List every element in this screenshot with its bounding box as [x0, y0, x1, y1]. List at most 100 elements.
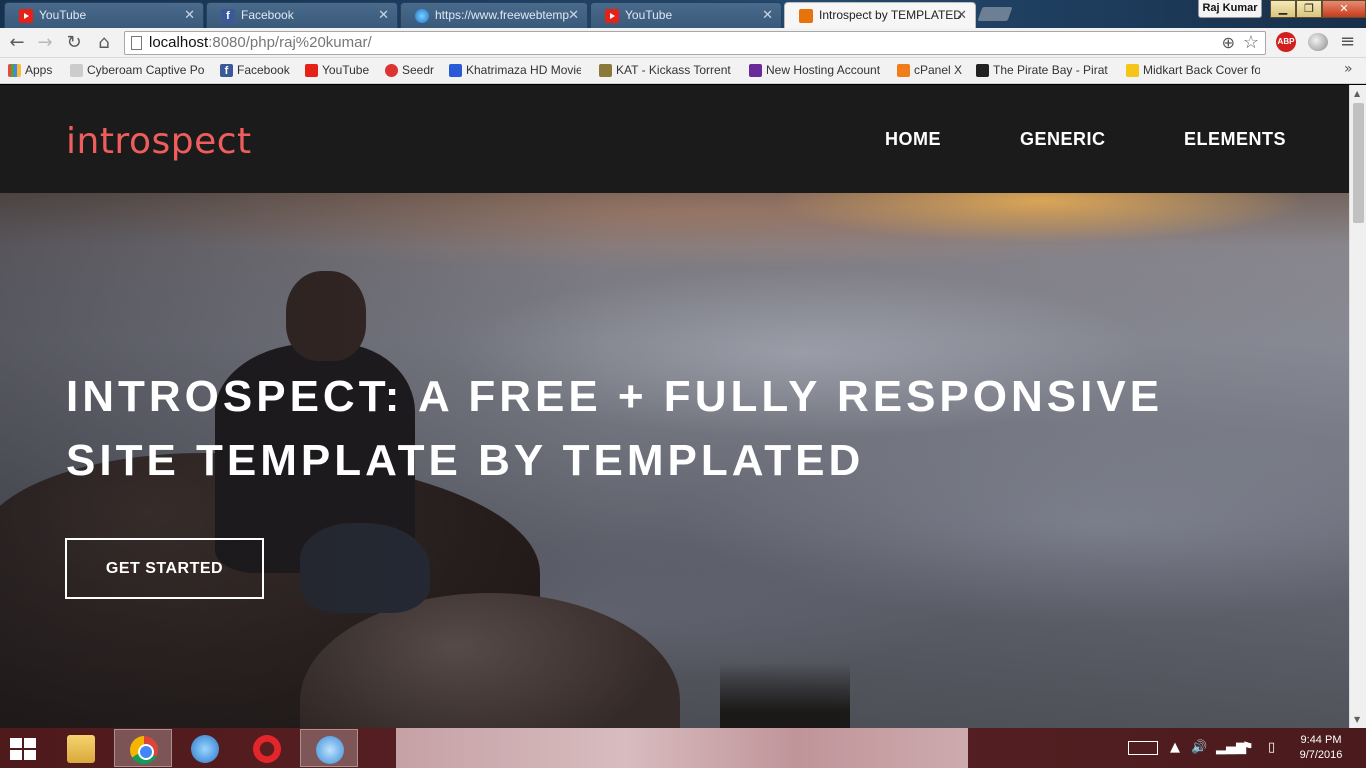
windows-start-icon[interactable]: [10, 738, 38, 760]
bookmark-label: YouTube: [322, 63, 370, 77]
hero-title-strong: INTROSPECT:: [66, 372, 404, 421]
taskbar-wifi-app[interactable]: [300, 729, 358, 767]
address-bar[interactable]: localhost:8080/php/raj%20kumar/ ⊕ ☆: [124, 31, 1266, 55]
taskbar-chrome[interactable]: [114, 729, 172, 767]
more-bookmarks-icon[interactable]: »: [1344, 61, 1353, 77]
close-icon[interactable]: ✕: [568, 7, 579, 23]
facebook-icon: f: [221, 9, 235, 23]
tab-label: YouTube: [39, 8, 87, 22]
hosting-icon: [749, 64, 762, 77]
get-started-button[interactable]: GET STARTED: [65, 538, 264, 599]
tab-facebook[interactable]: f Facebook ✕: [206, 2, 398, 28]
scroll-thumb[interactable]: [1353, 103, 1364, 223]
battery-icon[interactable]: ▯: [1268, 740, 1275, 755]
home-button[interactable]: ⌂: [93, 32, 115, 54]
bookmark-apps[interactable]: Apps: [8, 63, 52, 77]
scroll-down-icon[interactable]: ▼: [1354, 715, 1360, 724]
site-header: introspect HOME GENERIC ELEMENTS: [0, 85, 1349, 193]
bookmark-piratebay[interactable]: The Pirate Bay - Pirat: [976, 63, 1110, 77]
minimize-button[interactable]: ▁: [1270, 0, 1296, 18]
youtube-icon: [305, 64, 318, 77]
wifi-app-icon: [316, 736, 344, 764]
taskbar-preview: [396, 728, 968, 768]
close-window-button[interactable]: ✕: [1322, 0, 1366, 18]
tab-label: YouTube: [625, 8, 673, 22]
bookmark-khatrimaza[interactable]: Khatrimaza HD Movie: [449, 63, 581, 77]
bookmark-youtube[interactable]: YouTube: [305, 63, 369, 77]
browser-toolbar: ← → ↻ ⌂ localhost:8080/php/raj%20kumar/ …: [0, 28, 1366, 58]
taskbar-ie[interactable]: [176, 729, 234, 767]
taskbar-file-explorer[interactable]: [52, 729, 110, 767]
nav-generic[interactable]: GENERIC: [1020, 129, 1106, 150]
windows-taskbar: ▲ 🔊 ▂▄▆ ⚑ ▯ 9:44 PM 9/7/2016: [0, 728, 1366, 768]
zoom-icon[interactable]: ⊕: [1222, 33, 1235, 53]
clock-date: 9/7/2016: [1299, 749, 1343, 761]
chrome-icon: [130, 736, 158, 764]
tab-youtube-1[interactable]: YouTube ✕: [4, 2, 204, 28]
tab-youtube-2[interactable]: YouTube ✕: [590, 2, 782, 28]
facebook-icon: f: [220, 64, 233, 77]
menu-icon[interactable]: ≡: [1340, 33, 1355, 51]
bookmark-label: Cyberoam Captive Po: [87, 63, 205, 77]
scroll-up-icon[interactable]: ▲: [1354, 89, 1360, 98]
page-viewport: introspect HOME GENERIC ELEMENTS INTROSP…: [0, 85, 1349, 728]
opera-icon: [253, 735, 281, 763]
w-icon: [449, 64, 462, 77]
clock-time: 9:44 PM: [1300, 734, 1342, 746]
nav-elements[interactable]: ELEMENTS: [1184, 129, 1286, 150]
url-path: :8080/php/raj%20kumar/: [208, 34, 372, 51]
action-center-flag-icon[interactable]: ⚑: [1242, 740, 1254, 755]
site-logo[interactable]: introspect: [66, 121, 252, 162]
nav-home[interactable]: HOME: [885, 129, 941, 150]
ie-icon: [415, 9, 429, 23]
page-scrollbar[interactable]: ▲ ▼: [1349, 85, 1366, 728]
flipkart-icon: [1126, 64, 1139, 77]
close-icon[interactable]: ✕: [956, 7, 967, 23]
tab-label: Facebook: [241, 8, 294, 22]
forward-button[interactable]: →: [34, 32, 56, 54]
folder-icon: [67, 735, 95, 763]
close-icon[interactable]: ✕: [184, 7, 195, 23]
tab-label: Introspect by TEMPLATED: [819, 8, 962, 22]
bookmark-facebook[interactable]: f Facebook: [220, 63, 290, 77]
bookmark-midkart[interactable]: Midkart Back Cover fo: [1126, 63, 1260, 77]
kat-icon: [599, 64, 612, 77]
new-tab-button[interactable]: [977, 7, 1013, 21]
templated-icon: [799, 9, 813, 23]
keyboard-icon[interactable]: [1128, 741, 1158, 755]
bookmark-seedr[interactable]: Seedr: [385, 63, 434, 77]
bookmark-kat[interactable]: KAT - Kickass Torrent: [599, 63, 733, 77]
hero-title: INTROSPECT: A FREE + FULLY RESPONSIVE SI…: [66, 365, 1216, 493]
tab-introspect[interactable]: Introspect by TEMPLATED ✕: [784, 2, 976, 28]
seedr-icon: [385, 64, 398, 77]
bookmark-label: cPanel X: [914, 63, 963, 77]
close-icon[interactable]: ✕: [762, 7, 773, 23]
piratebay-icon: [976, 64, 989, 77]
bookmark-label: New Hosting Account: [766, 63, 881, 77]
volume-icon[interactable]: 🔊: [1191, 740, 1207, 755]
bookmark-cyberoam[interactable]: Cyberoam Captive Po: [70, 63, 210, 77]
bookmark-label: The Pirate Bay - Pirat: [993, 63, 1108, 77]
extension-icon[interactable]: [1308, 33, 1328, 51]
profile-button[interactable]: Raj Kumar: [1198, 0, 1262, 18]
bookmark-hosting[interactable]: New Hosting Account: [749, 63, 880, 77]
maximize-button[interactable]: ❐: [1296, 0, 1322, 18]
reload-button[interactable]: ↻: [63, 32, 85, 54]
close-icon[interactable]: ✕: [378, 7, 389, 23]
bookmark-label: Seedr: [402, 63, 435, 77]
system-clock[interactable]: 9:44 PM 9/7/2016: [1290, 733, 1352, 763]
bookmark-star-icon[interactable]: ☆: [1243, 32, 1259, 53]
youtube-icon: [605, 9, 619, 23]
taskbar-opera[interactable]: [238, 729, 296, 767]
url-host: localhost: [149, 34, 209, 51]
back-button[interactable]: ←: [6, 32, 28, 54]
bookmark-cpanel[interactable]: cPanel X: [897, 63, 962, 77]
adblock-plus-icon[interactable]: ABP: [1276, 32, 1296, 52]
show-hidden-icons-icon[interactable]: ▲: [1170, 740, 1180, 755]
tab-strip: YouTube ✕ f Facebook ✕ https://www.freew…: [0, 0, 1366, 28]
tab-freewebtemplates[interactable]: https://www.freewebtemp ✕: [400, 2, 588, 28]
bookmark-label: Facebook: [237, 63, 290, 77]
tab-label: https://www.freewebtemp: [435, 8, 570, 22]
apps-grid-icon: [8, 64, 21, 77]
bookmarks-bar: Apps Cyberoam Captive Po f Facebook YouT…: [0, 58, 1366, 84]
